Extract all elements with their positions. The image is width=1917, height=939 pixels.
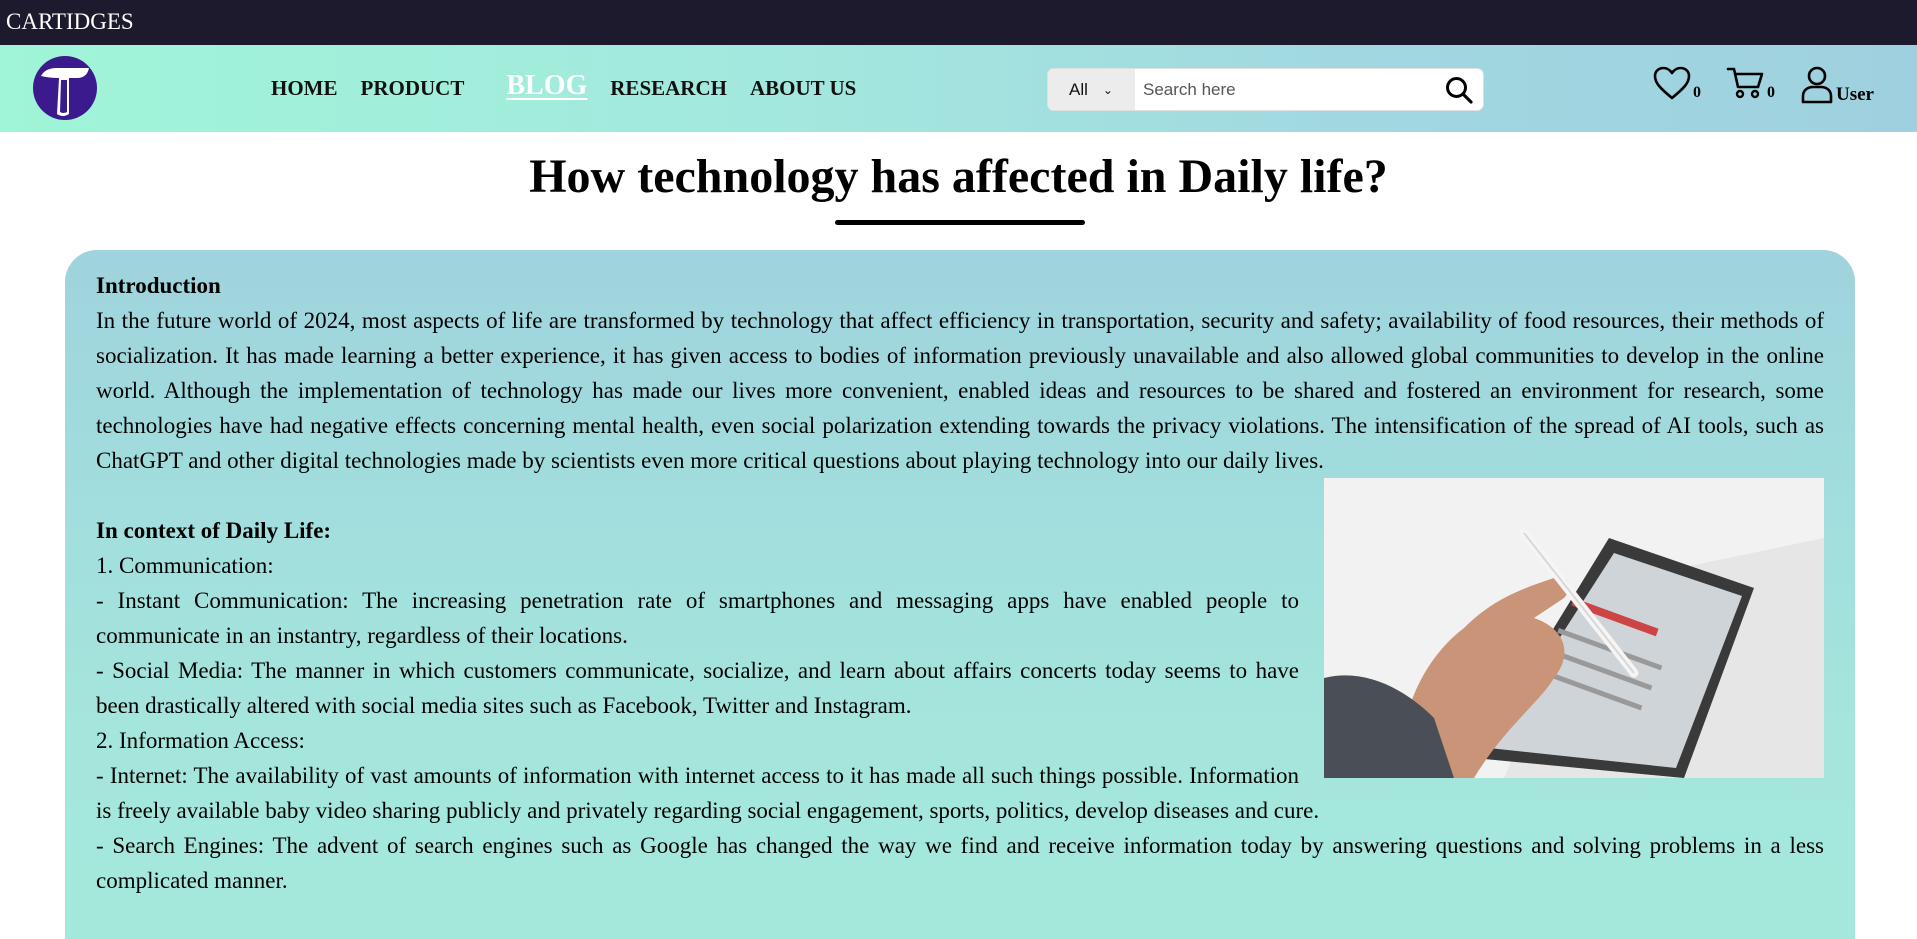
user-label: User bbox=[1836, 84, 1874, 105]
nav-product[interactable]: PRODUCT bbox=[361, 76, 465, 101]
search-bar: All ⌄ bbox=[1047, 68, 1484, 111]
page-title: How technology has affected in Daily lif… bbox=[529, 150, 1388, 203]
main-navbar: HOME PRODUCT BLOG RESEARCH ABOUT US All … bbox=[0, 45, 1917, 132]
nav-about-us[interactable]: ABOUT US bbox=[750, 76, 856, 101]
search-input[interactable] bbox=[1135, 69, 1435, 110]
primary-nav: HOME PRODUCT BLOG RESEARCH ABOUT US bbox=[271, 45, 879, 132]
cart-button[interactable]: 0 bbox=[1726, 65, 1775, 101]
site-logo-icon[interactable] bbox=[33, 56, 97, 120]
nav-home[interactable]: HOME bbox=[271, 76, 338, 101]
search-button[interactable] bbox=[1435, 69, 1483, 110]
tablet-stylus-photo bbox=[1324, 478, 1824, 778]
article-card: Introduction In the future world of 2024… bbox=[65, 250, 1855, 939]
daily-line: - Search Engines: The advent of search e… bbox=[96, 833, 1824, 893]
cart-icon bbox=[1726, 67, 1764, 99]
wishlist-count: 0 bbox=[1693, 84, 1701, 101]
search-category-value: All bbox=[1069, 79, 1088, 99]
title-underline-divider bbox=[835, 220, 1085, 225]
nav-research[interactable]: RESEARCH bbox=[610, 76, 727, 101]
user-account-button[interactable]: User bbox=[1800, 65, 1874, 105]
search-category-select[interactable]: All ⌄ bbox=[1048, 69, 1135, 110]
tablet-illustration-icon bbox=[1324, 478, 1824, 778]
chevron-down-icon: ⌄ bbox=[1102, 82, 1113, 97]
search-icon bbox=[1446, 76, 1473, 104]
nav-blog[interactable]: BLOG bbox=[506, 70, 587, 102]
cart-count: 0 bbox=[1767, 84, 1775, 101]
heart-icon bbox=[1653, 66, 1691, 100]
intro-paragraph: In the future world of 2024, most aspect… bbox=[96, 308, 1824, 473]
wishlist-button[interactable]: 0 bbox=[1652, 65, 1701, 101]
user-icon bbox=[1801, 66, 1833, 104]
intro-heading: Introduction bbox=[96, 273, 221, 298]
top-brand-bar: CARTIDGES bbox=[0, 0, 1917, 45]
brand-name: CARTIDGES bbox=[6, 9, 134, 34]
